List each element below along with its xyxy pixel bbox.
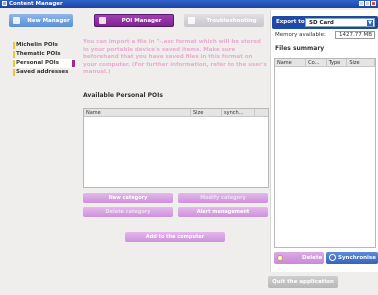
alert-management-button[interactable]: Alert management [178,207,268,217]
delete-button[interactable]: Delete [274,252,324,264]
poi-icon [99,17,106,24]
column-header-name[interactable]: Name [275,59,307,66]
delete-radio-icon [277,255,283,261]
quit-application-button[interactable]: Quit the application [268,276,338,288]
maximize-icon[interactable] [365,1,370,6]
column-header-content[interactable]: Co... [306,59,327,66]
export-target-select[interactable]: SD Card ▼ [305,18,375,27]
new-category-button[interactable]: New category [83,193,173,203]
wrench-icon [188,17,195,24]
column-header-size[interactable]: Size [347,59,375,66]
pencil-icon [13,17,20,24]
export-label: Export to [276,19,305,25]
sidebar-item-saved-addresses[interactable]: Saved addresses [13,68,75,77]
sidebar-item-personal-pois[interactable]: Personal POIs [13,59,75,68]
synchronise-button[interactable]: Synchronise [326,252,378,264]
sidebar: Michelin POIs Thematic POIs Personal POI… [13,41,75,77]
title-bar: Content Manager [0,0,378,8]
delete-category-button[interactable]: Delete category [83,207,173,217]
tab-new-manager[interactable]: New Manager [9,14,73,27]
poi-list-title: Available Personal POIs [83,92,163,99]
files-table[interactable]: Name Co... Type Size [274,58,376,248]
column-header-size[interactable]: Size [191,109,222,116]
window-controls [359,1,376,6]
sync-icon [329,254,336,261]
sidebar-item-thematic-pois[interactable]: Thematic POIs [13,50,75,59]
modify-category-button[interactable]: Modify category [178,193,268,203]
memory-label: Memory available: [275,32,326,38]
column-header-synch[interactable]: synch... [222,109,255,116]
window-title: Content Manager [9,1,63,7]
tab-troubleshooting[interactable]: Troubleshooting [184,14,264,27]
app-icon [2,1,7,6]
chevron-down-icon[interactable]: ▼ [367,20,373,26]
tab-poi-manager[interactable]: POI Manager [94,14,174,27]
export-bar: Export to SD Card ▼ [272,16,378,29]
memory-value: 1427.77 MB [335,31,375,39]
column-header-type[interactable]: Type [327,59,348,66]
minimize-icon[interactable] [359,1,364,6]
add-to-computer-button[interactable]: Add to the computer [125,232,225,242]
files-table-header: Name Co... Type Size [275,59,375,67]
intro-text: You can import a file in "-.asc format w… [83,39,267,76]
sidebar-item-michelin-pois[interactable]: Michelin POIs [13,41,75,50]
poi-table-header: Name Size synch... [84,109,268,117]
files-summary-title: Files summary [275,45,325,52]
close-icon[interactable] [371,1,376,6]
column-header-name[interactable]: Name [84,109,191,116]
export-target-value: SD Card [309,20,334,26]
poi-table[interactable]: Name Size synch... [83,108,269,188]
